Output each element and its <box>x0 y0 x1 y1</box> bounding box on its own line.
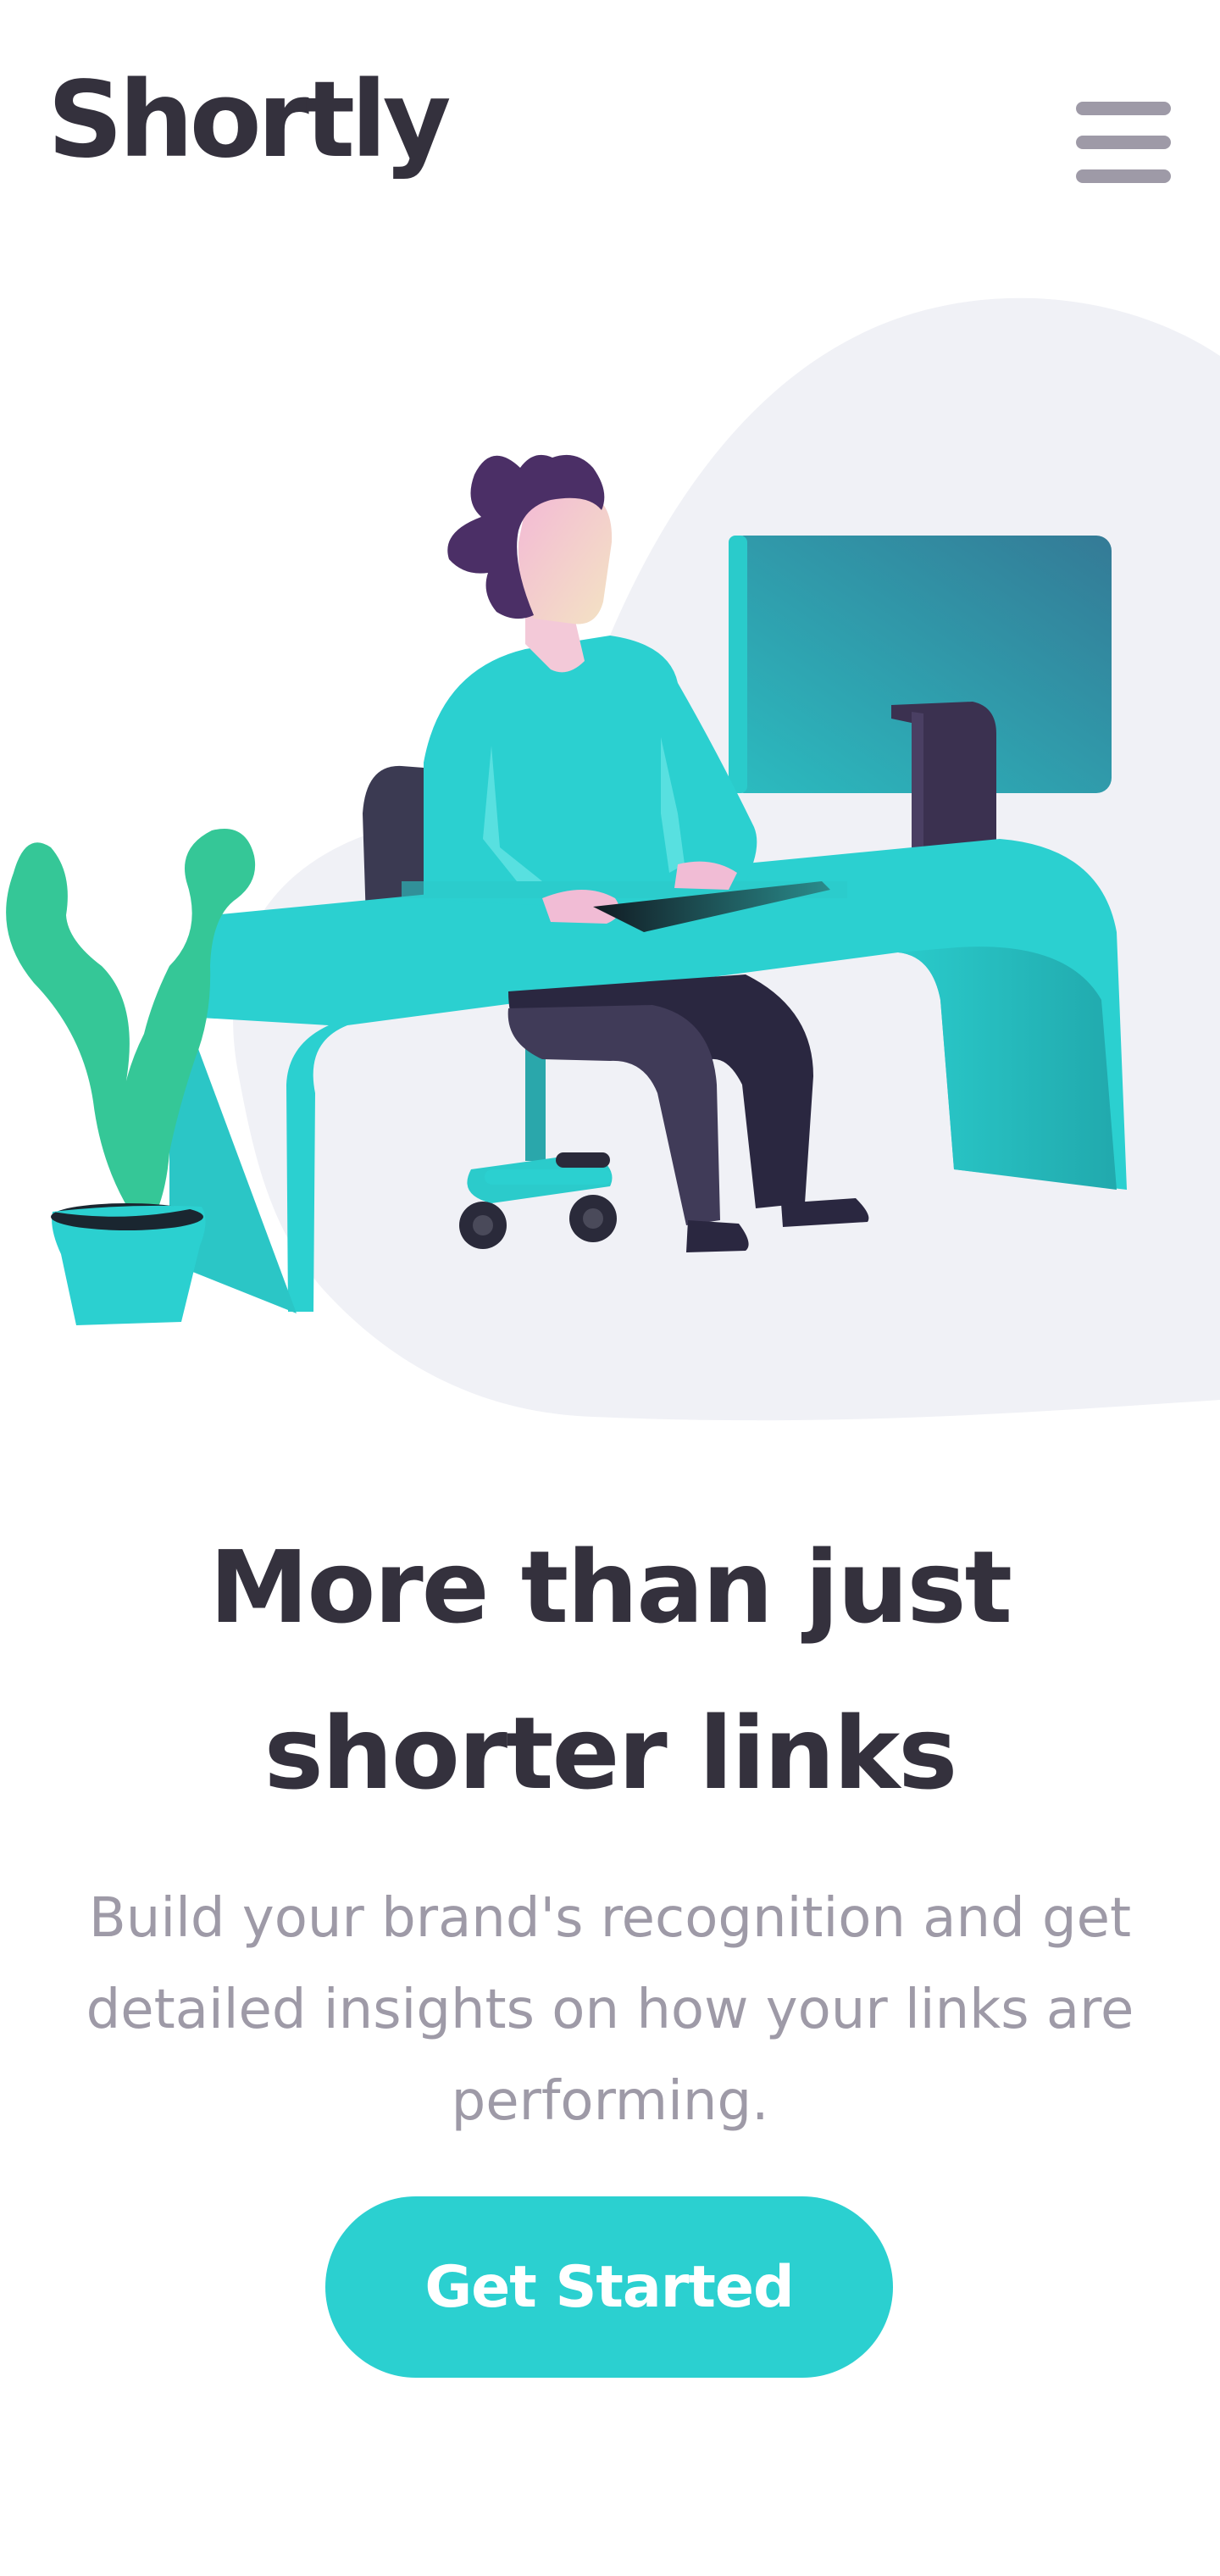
person-face <box>518 490 613 625</box>
menu-button[interactable] <box>1074 100 1173 186</box>
site-header: Shortly <box>0 0 1220 254</box>
hero-headline: More than just shorter links <box>208 1529 1012 1812</box>
hero-illustration <box>6 297 1220 1421</box>
logo[interactable]: Shortly <box>47 53 452 188</box>
hero-subtext: Build your brand's recognition and get d… <box>86 1887 1134 2133</box>
get-started-button[interactable]: Get Started <box>325 2196 893 2378</box>
hamburger-menu-icon <box>1076 102 1171 115</box>
